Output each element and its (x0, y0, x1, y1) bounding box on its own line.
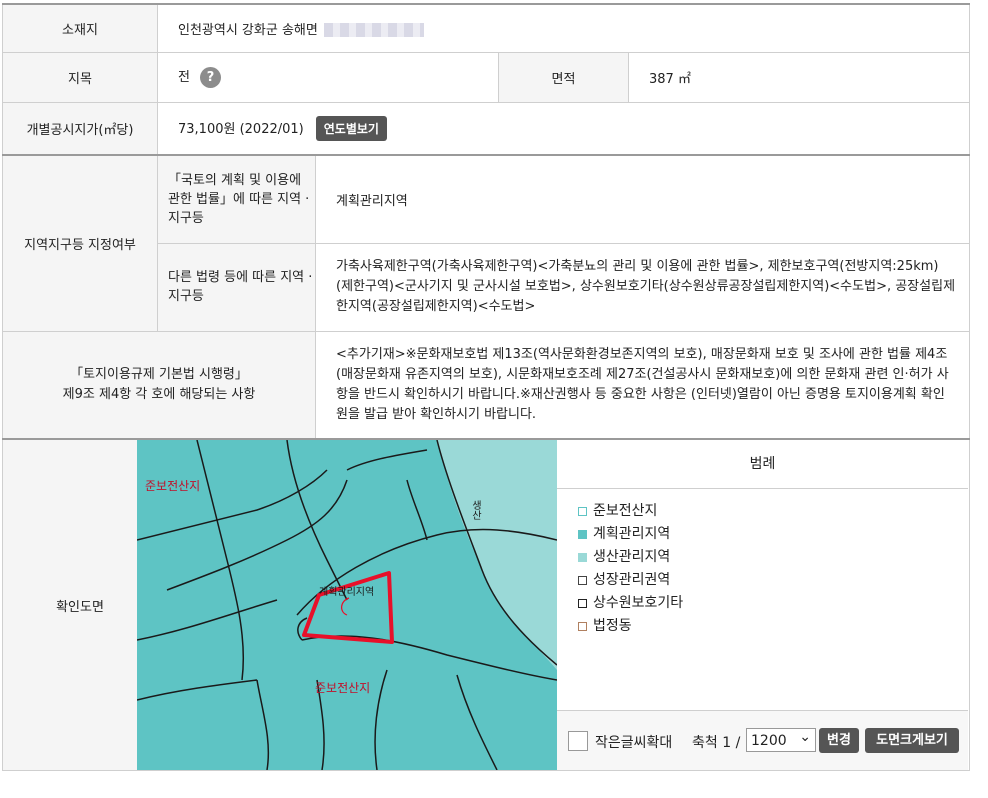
enforcement-label-line1: 「토지이용규제 기본법 시행령」 (70, 366, 248, 382)
legend-swatch-icon (578, 576, 587, 585)
scale-select[interactable]: 1200 (746, 725, 816, 752)
official-price-value: 73,100원 (2022/01) 연도별보기 (156, 101, 971, 156)
map-label-production: 생산 (470, 500, 482, 520)
official-price-label: 개별공시지가(㎡당) (2, 101, 158, 156)
legend-item-label: 계획관리지역 (593, 526, 671, 542)
land-category-label: 지목 (2, 51, 158, 103)
enforcement-label-line2: 제9조 제4항 각 호에 해당되는 사항 (62, 386, 256, 402)
enlarge-map-button[interactable]: 도면크게보기 (865, 728, 959, 753)
masked-address (323, 23, 424, 38)
map-label: 확인도면 (2, 438, 158, 771)
location-label: 소재지 (2, 3, 158, 53)
map-controls: 작은글씨확대 축척 1 / 1200 변경 도면크게보기 (557, 710, 968, 770)
land-use-plan: 소재지 인천광역시 강화군 송해면 지목 전? 면적 387 ㎡ 개별공시지가(… (0, 0, 988, 798)
legend-swatch-icon (578, 599, 587, 608)
legend-swatch-icon (578, 553, 587, 562)
zoning-label: 지역지구등 지정여부 (2, 154, 158, 332)
location-value: 인천광역시 강화군 송해면 (156, 3, 971, 53)
small-text-zoom-label[interactable]: 작은글씨확대 (595, 732, 672, 752)
land-category-value: 전? (157, 51, 499, 103)
other-law-value: 가축사육제한구역(가축사육제한구역)<가축분뇨의 관리 및 이용에 관한 법률>… (314, 242, 971, 332)
map-label-preservation-1: 준보전산지 (145, 479, 200, 493)
legend-swatch-icon (578, 622, 587, 631)
map-label-management: 계획관리지역 (319, 586, 374, 598)
small-text-zoom-checkbox[interactable] (568, 731, 588, 751)
legend-swatch-icon (578, 530, 587, 539)
legend-item: 생산관리지역 (578, 546, 683, 569)
scale-label: 축척 1 / (692, 735, 741, 751)
other-law-label: 다른 법령 등에 따른 지역 · 지구등 (157, 242, 316, 332)
change-scale-button[interactable]: 변경 (819, 728, 859, 753)
enforcement-label: 「토지이용규제 기본법 시행령」 제9조 제4항 각 호에 해당되는 사항 (2, 330, 316, 440)
area-value: 387 ㎡ (627, 51, 971, 103)
legend-swatch-icon (578, 507, 587, 516)
legend-list: 준보전산지 계획관리지역 생산관리지역 성장관리권역 상수원보호기타 법정동 (578, 500, 683, 638)
legend-item: 성장관리권역 (578, 569, 683, 592)
map-image[interactable]: 준보전산지 계획관리지역 준보전산지 생산 (137, 440, 557, 770)
legend-item-label: 준보전산지 (593, 503, 658, 519)
national-law-value: 계획관리지역 (314, 154, 971, 244)
enforcement-value: <추가기재>※문화재보호법 제13조(역사문화환경보존지역의 보호), 매장문화… (314, 330, 971, 440)
area-label: 면적 (498, 51, 629, 103)
legend-item: 준보전산지 (578, 500, 683, 523)
help-icon[interactable]: ? (199, 67, 221, 88)
legend-item: 계획관리지역 (578, 523, 683, 546)
legend-item-label: 성장관리권역 (593, 572, 671, 588)
legend-title: 범례 (557, 440, 968, 489)
legend-item: 상수원보호기타 (578, 592, 683, 615)
legend-item-label: 법정동 (593, 618, 632, 634)
legend-item: 법정동 (578, 615, 683, 638)
legend-item-label: 생산관리지역 (593, 549, 671, 565)
national-law-label: 「국토의 계획 및 이용에 관한 법률」에 따른 지역 · 지구등 (157, 154, 316, 244)
legend-item-label: 상수원보호기타 (593, 595, 684, 611)
view-by-year-button[interactable]: 연도별보기 (315, 115, 387, 141)
map-label-preservation-2: 준보전산지 (315, 681, 370, 695)
